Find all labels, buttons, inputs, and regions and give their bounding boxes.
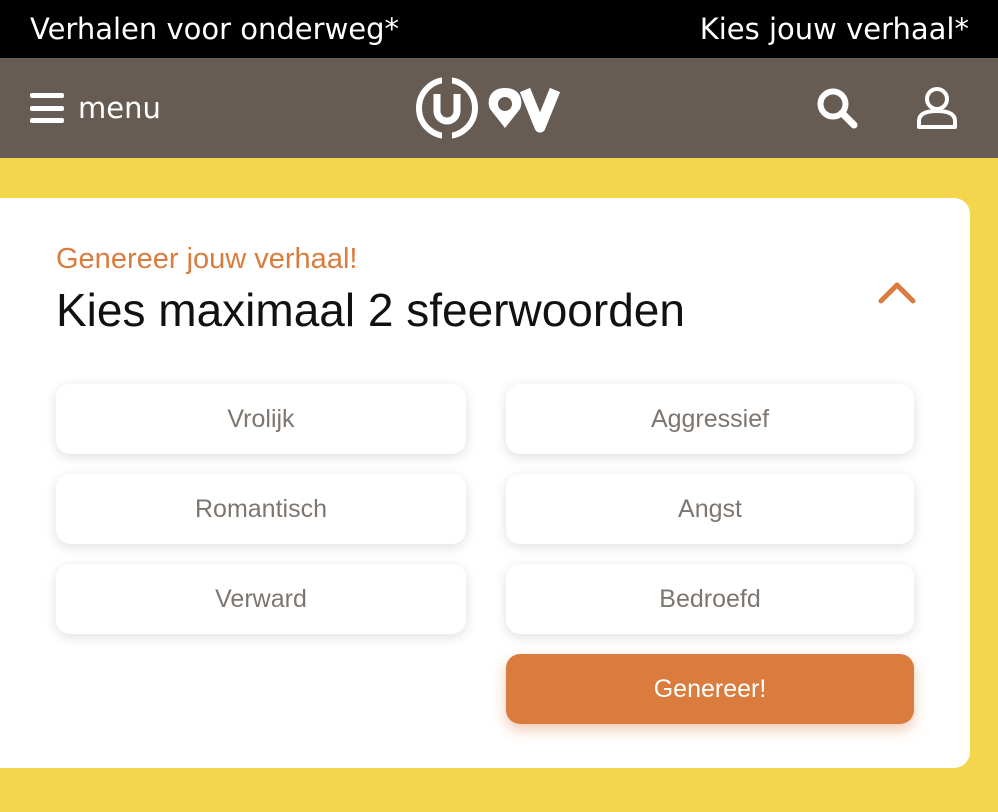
mood-chip-romantisch[interactable]: Romantisch — [56, 474, 466, 544]
mood-chip-angst[interactable]: Angst — [506, 474, 914, 544]
generate-button[interactable]: Genereer! — [506, 654, 914, 724]
site-header: menu — [0, 58, 998, 158]
user-icon[interactable] — [914, 85, 960, 131]
menu-label: menu — [78, 91, 161, 125]
mood-chip-vrolijk[interactable]: Vrolijk — [56, 384, 466, 454]
hamburger-icon — [30, 93, 64, 123]
chevron-up-icon[interactable] — [876, 278, 918, 306]
mood-chip-aggressief[interactable]: Aggressief — [506, 384, 914, 454]
tagline-link[interactable]: Verhalen voor onderweg* — [30, 12, 399, 46]
menu-button[interactable]: menu — [30, 58, 161, 158]
search-icon[interactable] — [815, 86, 859, 130]
card-title: Kies maximaal 2 sfeerwoorden — [56, 284, 685, 336]
choose-story-link[interactable]: Kies jouw verhaal* — [700, 12, 969, 46]
top-bar: Verhalen voor onderweg* Kies jouw verhaa… — [0, 0, 998, 58]
card-subtitle: Genereer jouw verhaal! — [56, 243, 358, 275]
mood-chip-bedroefd[interactable]: Bedroefd — [506, 564, 914, 634]
u-ov-logo[interactable] — [415, 74, 565, 142]
story-generator-card: Genereer jouw verhaal! Kies maximaal 2 s… — [0, 198, 970, 768]
mood-chip-verward[interactable]: Verward — [56, 564, 466, 634]
